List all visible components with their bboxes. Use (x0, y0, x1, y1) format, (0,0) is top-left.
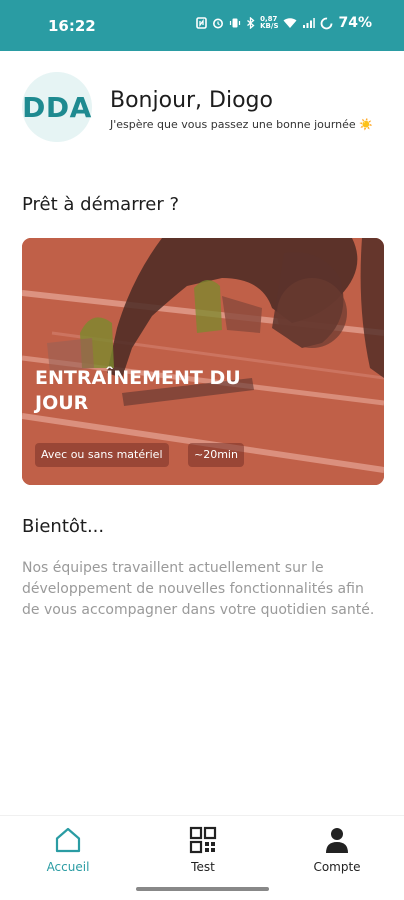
soon-description: Nos équipes travaillent actuellement sur… (22, 560, 375, 618)
nav-label-test: Test (191, 860, 215, 874)
status-bar: 16:22 0,87 KB/S 74% (0, 0, 404, 51)
equipment-chip: Avec ou sans matériel (35, 443, 169, 467)
person-icon (326, 828, 348, 853)
greeting-subtitle: J'espère que vous passez une bonne journ… (110, 118, 373, 131)
signal-icon (303, 18, 316, 28)
battery-level: 74% (338, 15, 372, 31)
soon-section-title: Bientôt... (22, 516, 105, 537)
avatar-initials: DDA (22, 90, 92, 124)
nav-item-test[interactable]: Test (148, 826, 258, 874)
home-icon (55, 827, 81, 853)
workout-card-title: ENTRAÎNEMENT DU JOUR (35, 367, 241, 414)
bluetooth-icon (247, 17, 255, 29)
battery-saver-icon (321, 17, 333, 29)
greeting-title: Bonjour, Diogo (110, 88, 273, 113)
net-speed: 0,87 KB/S (260, 15, 279, 30)
nav-item-home[interactable]: Accueil (13, 826, 123, 874)
wifi-icon (283, 18, 297, 28)
status-icons: 0,87 KB/S 74% (196, 15, 372, 31)
nfc-icon (196, 17, 207, 29)
alarm-icon (213, 18, 224, 29)
daily-workout-card[interactable]: ENTRAÎNEMENT DU JOUR Avec ou sans matéri… (22, 238, 384, 485)
nav-label-home: Accueil (46, 860, 90, 874)
vibrate-icon (230, 18, 241, 28)
gesture-home-bar[interactable] (136, 887, 269, 891)
nav-item-account[interactable]: Compte (282, 826, 392, 874)
avatar[interactable]: DDA (22, 72, 92, 142)
ready-section-title: Prêt à démarrer ? (22, 194, 180, 215)
status-time: 16:22 (48, 17, 96, 35)
duration-chip: ~20min (188, 443, 244, 467)
qr-grid-icon (189, 826, 217, 854)
nav-label-account: Compte (313, 860, 361, 874)
